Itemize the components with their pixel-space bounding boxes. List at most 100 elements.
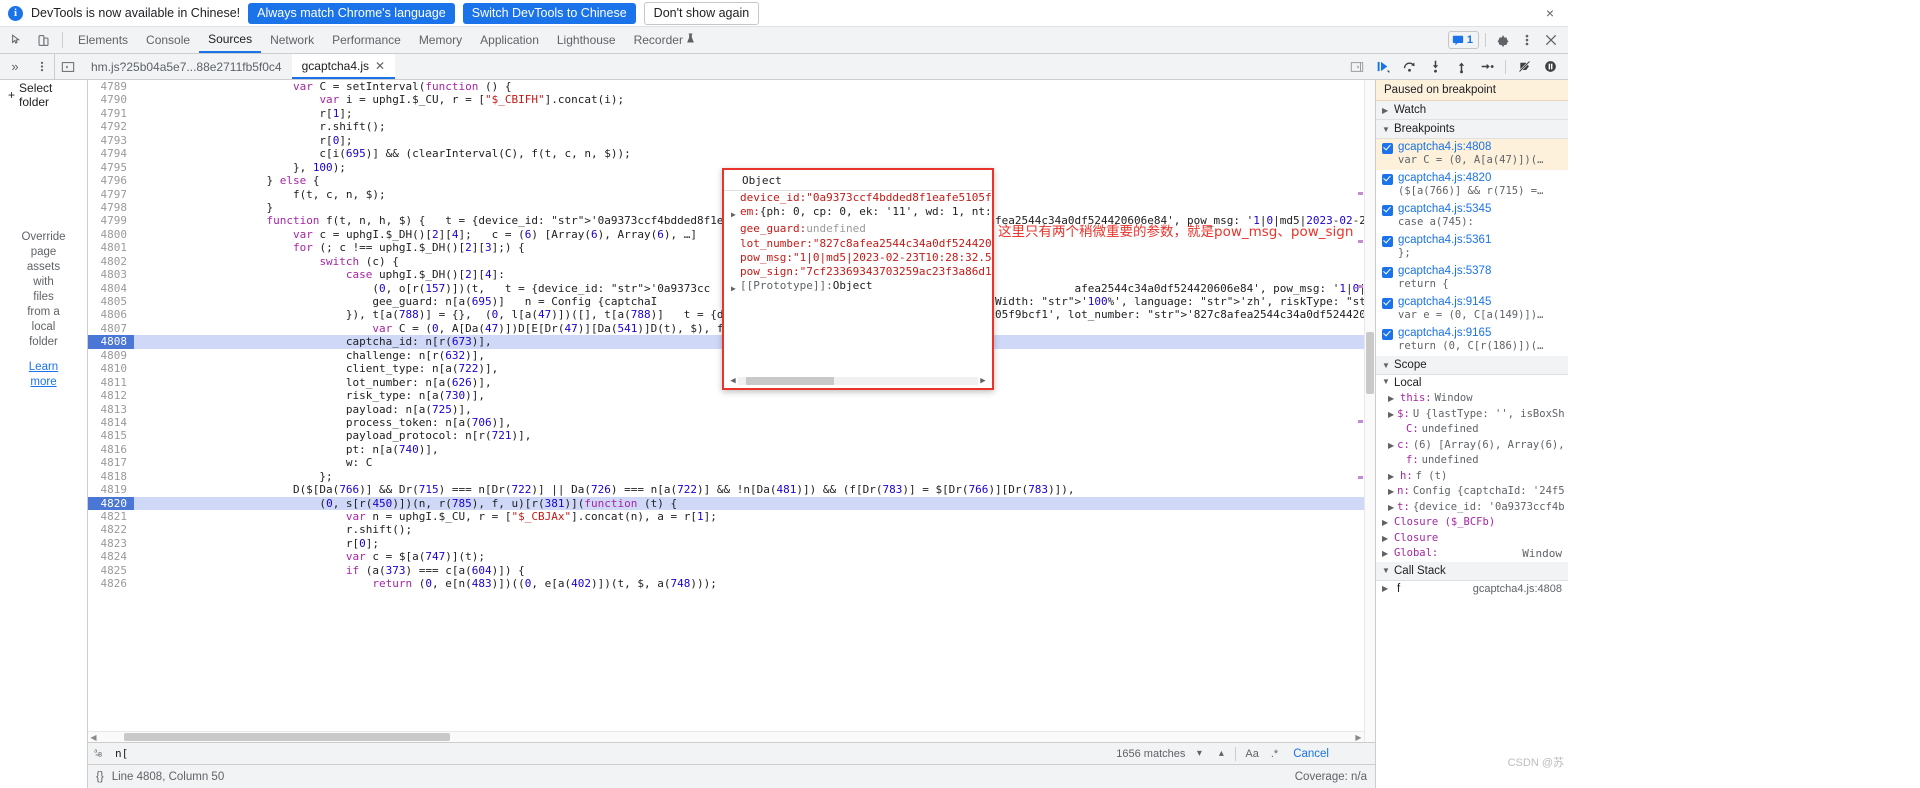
resume-script-button[interactable] xyxy=(1371,56,1395,78)
scope-variable-row[interactable]: ▶ Global: Window xyxy=(1376,546,1568,562)
popup-scroll-left-icon[interactable]: ◀ xyxy=(728,376,738,386)
scope-variable-row[interactable]: ▶ $: U {lastType: '', isBoxSh xyxy=(1376,407,1568,423)
code-line[interactable]: 4812 risk_type: n[a(730)], xyxy=(88,389,1375,402)
object-property-row[interactable]: lot_number: "827c8afea2544c34a0df5244206… xyxy=(724,237,992,251)
navigator-more-icon[interactable] xyxy=(30,54,54,79)
object-popup-rows[interactable]: device_id: "0a9373ccf4bdded8f1eafe5105f9… xyxy=(724,191,992,296)
breakpoint-item[interactable]: gcaptcha4.js:9165 return (0, C[r(186)])(… xyxy=(1376,325,1568,356)
breakpoint-checkbox[interactable] xyxy=(1382,329,1393,340)
breakpoint-checkbox[interactable] xyxy=(1382,298,1393,309)
chevron-right-icon[interactable]: ▶ xyxy=(1388,408,1394,422)
scope-variable-list[interactable]: ▶ this: Window ▶ $: U {lastType: '', isBoxS… xyxy=(1376,391,1568,562)
object-property-row[interactable]: ▶ [[Prototype]]: Object xyxy=(724,279,992,296)
chevron-right-icon[interactable]: ▶ xyxy=(1388,501,1394,515)
step-out-button[interactable] xyxy=(1449,56,1473,78)
breakpoint-item[interactable]: gcaptcha4.js:9145 var e = (0, C[a(149)])… xyxy=(1376,294,1568,325)
scope-variable-row[interactable]: ▶ Closure ($_BCFb) xyxy=(1376,515,1568,531)
line-number[interactable]: 4801 xyxy=(88,241,134,254)
tab-console[interactable]: Console xyxy=(137,27,199,53)
line-number[interactable]: 4802 xyxy=(88,255,134,268)
close-devtools-icon[interactable] xyxy=(1540,29,1562,51)
code-line[interactable]: 4791 r[1]; xyxy=(88,107,1375,120)
breakpoint-location[interactable]: gcaptcha4.js:5361 xyxy=(1398,234,1491,247)
inspect-icon[interactable] xyxy=(4,27,30,53)
tab-network[interactable]: Network xyxy=(261,27,323,53)
code-line[interactable]: 4822 r.shift(); xyxy=(88,523,1375,536)
breakpoints-section-header[interactable]: ▼ Breakpoints xyxy=(1376,120,1568,139)
line-number[interactable]: 4811 xyxy=(88,376,134,389)
popup-hscroll-thumb[interactable] xyxy=(746,376,834,385)
hscroll-thumb[interactable] xyxy=(124,733,451,741)
popup-horizontal-scrollbar[interactable]: ◀ ▶ xyxy=(728,375,988,386)
breakpoint-location[interactable]: gcaptcha4.js:5378 xyxy=(1398,265,1491,278)
object-property-row[interactable]: pow_sign: "7cf23369343703259ac23f3a86d10… xyxy=(724,265,992,279)
line-number[interactable]: 4807 xyxy=(88,322,134,335)
line-number[interactable]: 4809 xyxy=(88,349,134,362)
line-number[interactable]: 4794 xyxy=(88,147,134,160)
line-number[interactable]: 4818 xyxy=(88,470,134,483)
call-stack-location[interactable]: gcaptcha4.js:4808 xyxy=(1473,583,1562,595)
step-over-button[interactable] xyxy=(1397,56,1421,78)
tab-performance[interactable]: Performance xyxy=(323,27,410,53)
breakpoint-location[interactable]: gcaptcha4.js:9145 xyxy=(1398,296,1543,309)
code-line[interactable]: 4793 r[0]; xyxy=(88,134,1375,147)
gear-icon[interactable] xyxy=(1492,29,1514,51)
line-number[interactable]: 4826 xyxy=(88,577,134,590)
chevron-right-icon[interactable]: ▶ xyxy=(1382,516,1391,530)
close-icon[interactable]: × xyxy=(1542,5,1558,21)
match-case-toggle[interactable]: Aa xyxy=(1242,748,1261,760)
line-number[interactable]: 4800 xyxy=(88,228,134,241)
code-line[interactable]: 4823 r[0]; xyxy=(88,537,1375,550)
tab-elements[interactable]: Elements xyxy=(69,27,137,53)
line-number[interactable]: 4795 xyxy=(88,161,134,174)
search-next-icon[interactable]: ▴ xyxy=(1213,748,1229,759)
object-property-row[interactable]: gee_guard: undefined xyxy=(724,222,992,236)
always-match-language-button[interactable]: Always match Chrome's language xyxy=(248,2,455,24)
object-property-row[interactable]: ▶ em: {ph: 0, cp: 0, ek: '11', wd: 1, nt:… xyxy=(724,205,992,222)
chevron-right-icon[interactable]: ▶ xyxy=(1388,392,1397,406)
breakpoint-location[interactable]: gcaptcha4.js:4808 xyxy=(1398,141,1543,154)
chevron-right-icon[interactable]: ▶ xyxy=(1382,532,1391,546)
message-count-badge[interactable]: 1 xyxy=(1447,31,1479,49)
line-number[interactable]: 4792 xyxy=(88,120,134,133)
line-number[interactable]: 4808 xyxy=(88,335,134,349)
line-number[interactable]: 4825 xyxy=(88,564,134,577)
code-line[interactable]: 4792 r.shift(); xyxy=(88,120,1375,133)
popup-scroll-right-icon[interactable]: ▶ xyxy=(978,376,988,386)
deactivate-breakpoints-button[interactable] xyxy=(1512,56,1536,78)
show-debugger-sidebar-icon[interactable] xyxy=(1344,60,1370,74)
breakpoint-location[interactable]: gcaptcha4.js:5345 xyxy=(1398,203,1491,216)
breakpoint-item[interactable]: gcaptcha4.js:4808 var C = (0, A[a(47)])(… xyxy=(1376,139,1568,170)
breakpoint-checkbox[interactable] xyxy=(1382,267,1393,278)
code-line[interactable]: 4817 w: C xyxy=(88,456,1375,469)
line-number[interactable]: 4798 xyxy=(88,201,134,214)
scope-variable-row[interactable]: ▶ t: {device_id: '0a9373ccf4b xyxy=(1376,500,1568,516)
line-number[interactable]: 4791 xyxy=(88,107,134,120)
line-number[interactable]: 4790 xyxy=(88,93,134,106)
line-number[interactable]: 4812 xyxy=(88,389,134,402)
line-number[interactable]: 4819 xyxy=(88,483,134,496)
scroll-right-icon[interactable]: ▶ xyxy=(1353,733,1364,742)
device-toolbar-icon[interactable] xyxy=(30,27,56,53)
learn-more-link-2[interactable]: more xyxy=(30,376,56,388)
chevron-right-icon[interactable]: ▶ xyxy=(1388,439,1394,453)
code-line[interactable]: 4790 var i = uphgI.$_CU, r = ["$_CBIFH"]… xyxy=(88,93,1375,106)
scope-variable-row[interactable]: C: undefined xyxy=(1376,422,1568,438)
call-stack-list[interactable]: ▶ f gcaptcha4.js:4808 xyxy=(1376,581,1568,597)
chevron-double-right-icon[interactable]: » xyxy=(0,54,30,79)
scope-variable-row[interactable]: f: undefined xyxy=(1376,453,1568,469)
pretty-print-icon[interactable]: {} xyxy=(96,771,104,783)
code-line[interactable]: 4815 payload_protocol: n[r(721)], xyxy=(88,429,1375,442)
chevron-right-icon[interactable]: ▶ xyxy=(731,279,740,296)
learn-more-link-1[interactable]: Learn xyxy=(29,361,58,373)
editor-search-bar[interactable]: aB 1656 matches ▾ ▴ Aa .* Cancel xyxy=(88,742,1375,764)
line-number[interactable]: 4799 xyxy=(88,214,134,227)
line-number[interactable]: 4821 xyxy=(88,510,134,523)
scope-variable-row[interactable]: ▶ c: (6) [Array(6), Array(6), xyxy=(1376,438,1568,454)
code-line[interactable]: 4789 var C = setInterval(function () { xyxy=(88,80,1375,93)
line-number[interactable]: 4793 xyxy=(88,134,134,147)
breakpoint-checkbox[interactable] xyxy=(1382,236,1393,247)
breakpoint-location[interactable]: gcaptcha4.js:4820 xyxy=(1398,172,1543,185)
line-number[interactable]: 4817 xyxy=(88,456,134,469)
scroll-left-icon[interactable]: ◀ xyxy=(88,733,99,742)
